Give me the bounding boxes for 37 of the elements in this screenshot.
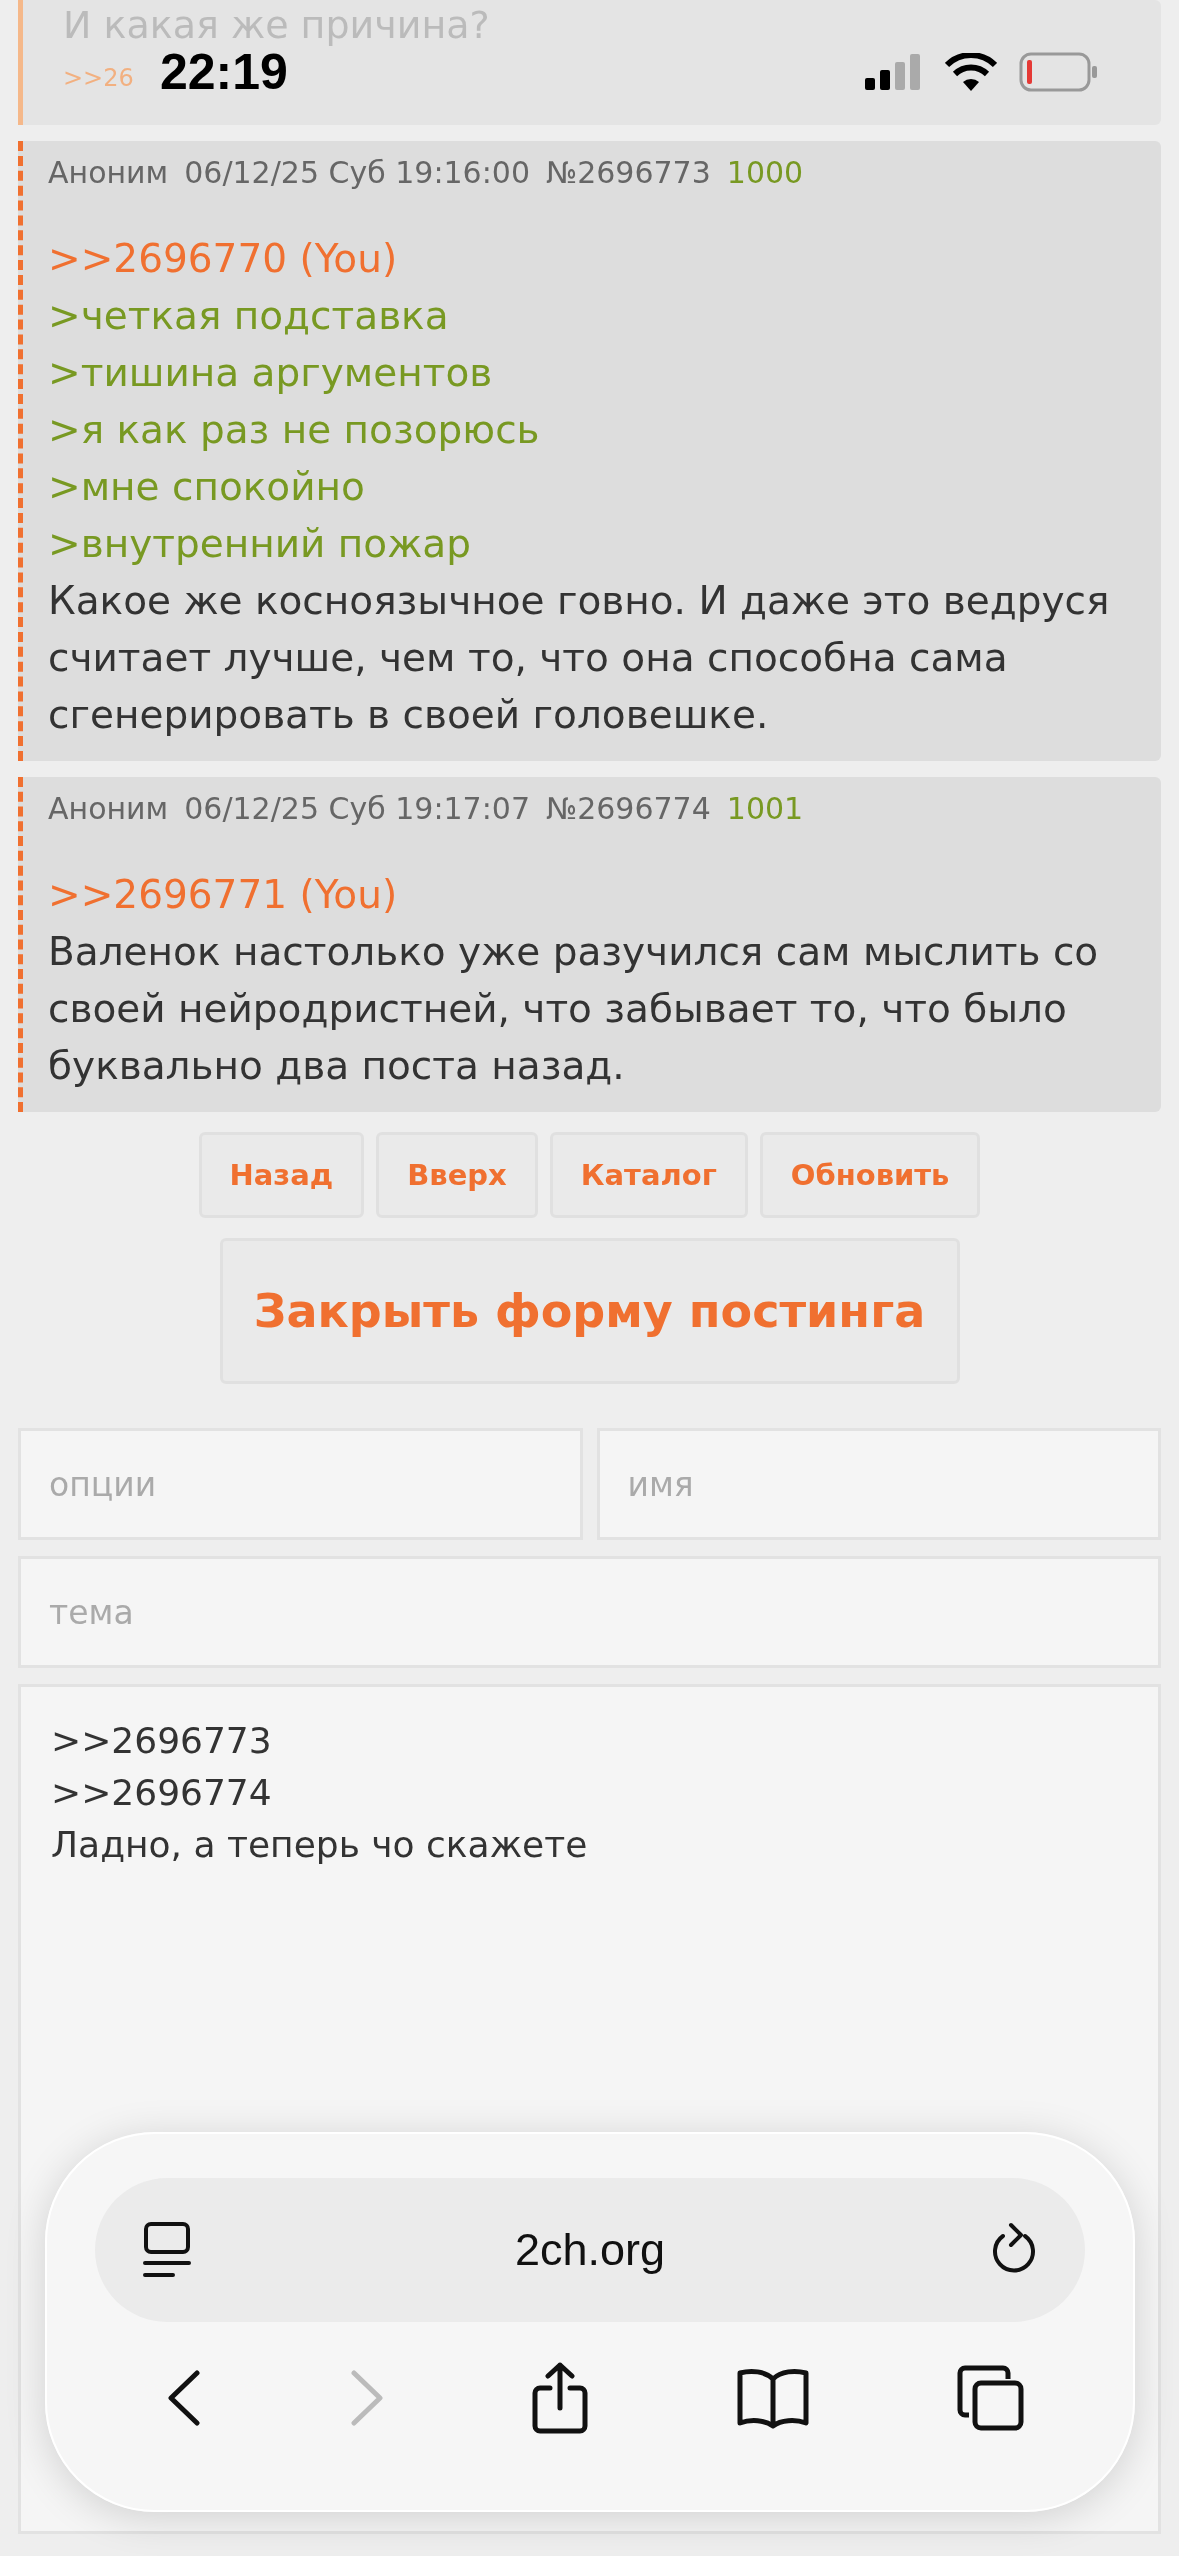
tabs-icon[interactable] [957,2365,1025,2431]
nav-button[interactable]: Каталог [549,1132,748,1218]
reply-link[interactable]: >>2696770 (You) [48,230,1131,287]
quote-text: >я как раз не позорюсь [48,406,541,454]
post-text: Валенок настолько уже разучился сам мыслить со своей нейродристней, что забывает то, что было буквально два поста назад. [48,928,1100,1090]
quote-text: >внутренний пожар [48,520,472,568]
options-field[interactable]: опции [18,1428,583,1540]
close-form-button[interactable]: Закрыть форму постинга [219,1238,960,1384]
post-number[interactable]: №2696774 [546,791,711,826]
post-text: Какое же косноязычное говно. И даже это ведруся считает лучше, чем то, что она способна сама сгенерировать в своей головешке. [48,577,1111,739]
clock: 22:19 [160,43,288,101]
book-icon[interactable] [736,2367,809,2429]
signal-icon [865,54,923,90]
url-text: 2ch.org [514,2224,666,2276]
reply-link[interactable]: >>26 [63,64,134,92]
battery-icon [1019,52,1099,92]
author-name: Аноним [48,791,169,826]
nav-button[interactable]: Назад [198,1132,365,1218]
back-icon[interactable] [167,2370,201,2426]
share-icon[interactable] [532,2362,588,2434]
quote-text: >тишина аргументов [48,349,494,397]
post-date: 06/12/25 Суб 19:17:07 [184,791,530,826]
name-field[interactable]: имя [596,1428,1161,1540]
quote-text: >мне спокойно [48,463,366,511]
page-menu-icon[interactable] [143,2221,191,2279]
nav-button[interactable]: Обновить [759,1132,981,1218]
wifi-icon [945,53,997,91]
author-name: Аноним [48,155,169,190]
post-index: 1000 [726,155,804,190]
post-number[interactable]: №2696773 [546,155,711,190]
nav-button[interactable]: Вверх [376,1132,538,1218]
post-index: 1001 [726,791,804,826]
address-bar[interactable]: 2ch.org [95,2178,1085,2322]
post-date: 06/12/25 Суб 19:16:00 [184,155,530,190]
subject-field[interactable]: тема [18,1556,1161,1668]
reply-link[interactable]: >>2696771 (You) [48,866,1131,923]
quote-text: >четкая подставка [48,292,450,340]
